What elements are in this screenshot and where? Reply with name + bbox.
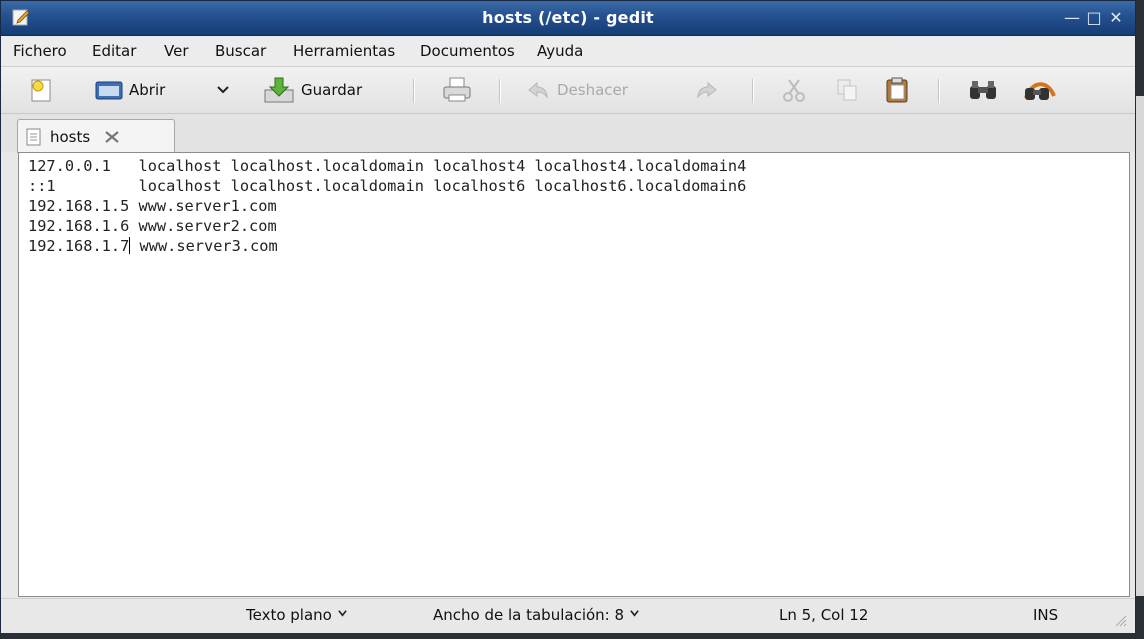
menu-ver[interactable]: Ver [164, 42, 189, 60]
menu-herramientas[interactable]: Herramientas [293, 42, 395, 60]
editor-line: 192.168.1.6 www.server2.com [28, 217, 277, 235]
syntax-selector[interactable]: Texto plano [246, 606, 347, 624]
new-document-icon [31, 79, 51, 102]
printer-icon [443, 77, 471, 102]
tab-bar: hosts [1, 114, 1135, 153]
undo-icon [528, 81, 548, 99]
menu-fichero[interactable]: Fichero [13, 42, 67, 60]
document-icon [26, 128, 41, 145]
chevron-down-icon [217, 86, 229, 94]
open-button-label: Abrir [129, 81, 166, 99]
insert-mode: INS [1033, 606, 1059, 624]
syntax-label: Texto plano [246, 606, 332, 624]
tab-width-selector[interactable]: Ancho de la tabulación: 8 [433, 606, 639, 624]
editor-line: 127.0.0.1 localhost localhost.localdomai… [28, 157, 747, 175]
undo-button[interactable]: Deshacer [525, 75, 628, 105]
folder-icon [95, 81, 123, 100]
binoculars-icon [970, 81, 996, 99]
text-editor-area[interactable]: 127.0.0.1 localhost localhost.localdomai… [18, 152, 1130, 597]
toolbar-separator [413, 79, 414, 103]
menu-ayuda[interactable]: Ayuda [537, 42, 583, 60]
minimize-button[interactable]: — [1061, 7, 1083, 29]
redo-icon [697, 81, 717, 99]
open-recent-dropdown[interactable] [216, 75, 230, 105]
copy-icon [837, 79, 857, 101]
menu-buscar[interactable]: Buscar [215, 42, 266, 60]
chevron-down-icon [338, 610, 347, 617]
paste-button[interactable] [884, 75, 910, 105]
scissors-icon [783, 79, 805, 102]
undo-button-label: Deshacer [557, 81, 628, 99]
editor-content[interactable]: 127.0.0.1 localhost localhost.localdomai… [19, 153, 1129, 256]
new-document-button[interactable] [29, 75, 55, 105]
maximize-button[interactable]: □ [1083, 7, 1105, 29]
menu-documentos[interactable]: Documentos [420, 42, 515, 60]
menu-editar[interactable]: Editar [92, 42, 136, 60]
tab-label: hosts [50, 127, 91, 146]
save-button-label: Guardar [301, 81, 363, 99]
gedit-window: hosts (/etc) - gedit — □ ✕ Fichero Edita… [0, 0, 1136, 633]
editor-line: 192.168.1.7 www.server3.com [28, 237, 278, 255]
title-bar[interactable]: hosts (/etc) - gedit — □ ✕ [1, 1, 1135, 36]
tab-hosts[interactable]: hosts [17, 119, 175, 153]
close-window-button[interactable]: ✕ [1105, 7, 1127, 29]
copy-button[interactable] [834, 75, 860, 105]
save-button[interactable]: Guardar [263, 75, 362, 105]
editor-line: 192.168.1.5 www.server1.com [28, 197, 277, 215]
menu-bar: Fichero Editar Ver Buscar Herramientas D… [1, 36, 1135, 67]
cursor-position: Ln 5, Col 12 [779, 606, 869, 624]
chevron-down-icon [630, 610, 639, 617]
clipboard-icon [886, 77, 908, 103]
resize-grip-icon[interactable] [1113, 613, 1127, 627]
toolbar-separator [499, 79, 500, 103]
find-replace-button[interactable] [1022, 75, 1058, 105]
editor-line: ::1 localhost localhost.localdomain loca… [28, 177, 747, 195]
find-replace-icon [1024, 82, 1056, 100]
toolbar-separator [752, 79, 753, 103]
print-button[interactable] [442, 75, 472, 105]
open-button[interactable]: Abrir [95, 75, 165, 105]
toolbar-separator [938, 79, 939, 103]
close-tab-icon[interactable] [104, 130, 120, 144]
status-bar: Texto plano Ancho de la tabulación: 8 Ln… [1, 598, 1135, 633]
toolbar: Abrir Guardar Deshacer [1, 67, 1135, 114]
window-title: hosts (/etc) - gedit [482, 8, 654, 27]
save-download-icon [264, 77, 294, 103]
cut-button[interactable] [781, 75, 807, 105]
text-caret [129, 237, 131, 254]
background-window-edge [1136, 96, 1144, 596]
redo-button[interactable] [694, 75, 720, 105]
find-button[interactable] [967, 75, 999, 105]
tab-width-label: Ancho de la tabulación: 8 [433, 606, 625, 624]
